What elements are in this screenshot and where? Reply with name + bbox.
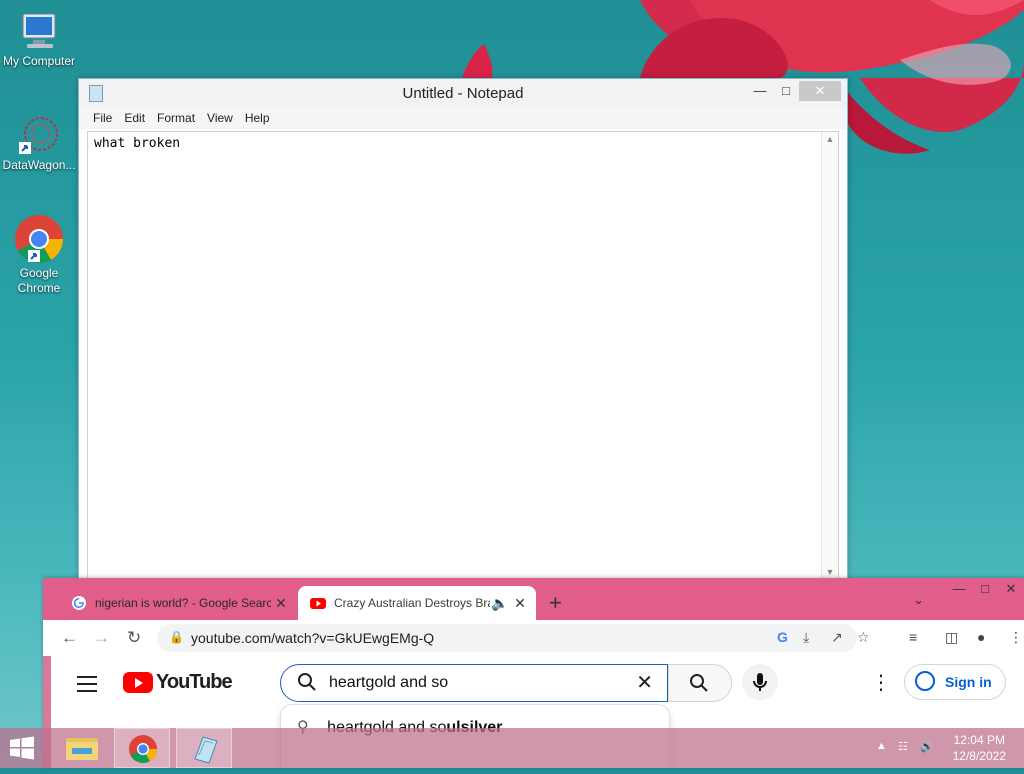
profile-avatar-icon[interactable]: ● <box>977 629 985 645</box>
maximize-button[interactable]: □ <box>773 81 799 101</box>
datawagon-icon <box>19 117 58 154</box>
menu-edit[interactable]: Edit <box>118 107 151 129</box>
windows-start-icon[interactable] <box>0 728 44 768</box>
notepad-icon <box>194 736 218 764</box>
taskbar-notepad[interactable] <box>176 728 232 768</box>
chrome-icon <box>15 215 64 264</box>
address-bar[interactable]: 🔒 youtube.com/watch?v=GkUEwgEMg-Q G ⤓ ↗ … <box>157 624 870 652</box>
lock-icon[interactable]: 🔒 <box>169 630 184 644</box>
volume-icon[interactable]: 🔊 <box>920 740 934 753</box>
google-translate-icon[interactable]: G <box>777 629 788 645</box>
browser-toolbar: ← → ↻ 🔒 youtube.com/watch?v=GkUEwgEMg-Q … <box>43 620 1024 656</box>
computer-icon <box>22 13 56 48</box>
voice-search-button[interactable] <box>742 664 778 700</box>
tab-youtube[interactable]: Crazy Australian Destroys Bra 🔈 ✕ <box>298 586 536 620</box>
clear-search-icon[interactable]: ✕ <box>636 670 653 695</box>
taskbar-chrome[interactable] <box>114 728 170 768</box>
desktop-icon-label: DataWagon... <box>2 158 76 172</box>
menu-view[interactable]: View <box>201 107 239 129</box>
microphone-icon <box>753 673 767 691</box>
minimize-button[interactable]: — <box>747 81 773 101</box>
forward-arrow-icon[interactable]: → <box>93 628 110 648</box>
taskbar-file-explorer[interactable] <box>54 728 110 768</box>
close-button[interactable]: ✕ <box>799 81 841 101</box>
sign-in-label: Sign in <box>945 674 992 690</box>
show-hidden-icons-icon[interactable]: ▲ <box>876 740 887 752</box>
menu-file[interactable]: File <box>87 107 118 129</box>
url-text[interactable]: youtube.com/watch?v=GkUEwgEMg-Q <box>191 630 434 646</box>
maximize-button[interactable]: □ <box>972 578 998 600</box>
scroll-up-icon[interactable]: ▲ <box>822 134 838 144</box>
notepad-window: Untitled - Notepad — □ ✕ File Edit Forma… <box>78 78 848 580</box>
clock-date: 12/8/2022 <box>952 749 1006 763</box>
settings-more-icon[interactable]: ⋮ <box>871 670 891 695</box>
youtube-play-icon <box>123 672 153 693</box>
search-button[interactable] <box>668 664 732 702</box>
search-icon <box>690 674 708 692</box>
tab-google-search[interactable]: nigerian is world? - Google Searc ✕ <box>59 586 297 620</box>
search-query[interactable]: heartgold and so <box>329 674 448 692</box>
search-input[interactable]: heartgold and so ✕ <box>280 664 668 702</box>
youtube-logo[interactable]: YouTube <box>123 671 233 694</box>
folder-icon <box>66 738 98 760</box>
account-icon <box>915 671 935 691</box>
desktop-icon-datawagon[interactable]: DataWagon... <box>0 114 78 173</box>
minimize-button[interactable]: — <box>946 578 972 600</box>
scroll-down-icon[interactable]: ▼ <box>822 567 838 577</box>
close-tab-icon[interactable]: ✕ <box>271 595 291 612</box>
taskbar: ▲ ☷ 🔊 12:04 PM 12/8/2022 <box>0 728 1024 768</box>
sign-in-button[interactable]: Sign in <box>904 664 1006 700</box>
notepad-menubar: File Edit Format View Help <box>79 107 847 129</box>
share-icon[interactable]: ↗ <box>831 629 843 646</box>
bookmark-star-icon[interactable]: ☆ <box>857 629 870 646</box>
desktop-icon-my-computer[interactable]: My Computer <box>0 10 78 69</box>
desktop-icon-label: Google Chrome <box>17 266 61 295</box>
back-arrow-icon[interactable]: ← <box>61 628 78 648</box>
google-icon <box>72 596 86 610</box>
install-app-icon[interactable]: ⤓ <box>803 629 809 646</box>
desktop-icon-label: My Computer <box>2 54 76 68</box>
system-clock[interactable]: 12:04 PM 12/8/2022 <box>953 732 1006 764</box>
menu-help[interactable]: Help <box>239 107 276 129</box>
chrome-menu-icon[interactable]: ⋮ <box>1009 629 1023 646</box>
youtube-icon <box>310 598 326 609</box>
menu-format[interactable]: Format <box>151 107 201 129</box>
side-panel-icon[interactable]: ◫ <box>945 629 958 646</box>
chrome-icon <box>129 735 157 763</box>
notepad-text-area[interactable]: what broken ▲ ▼ <box>87 131 839 579</box>
youtube-logo-text: YouTube <box>156 671 233 693</box>
clock-time: 12:04 PM <box>953 733 1005 747</box>
close-button[interactable]: ✕ <box>998 578 1024 600</box>
reading-list-icon[interactable]: ≡ <box>909 629 917 645</box>
vertical-scrollbar[interactable]: ▲ ▼ <box>821 132 838 579</box>
network-icon[interactable]: ☷ <box>898 740 908 753</box>
new-tab-button[interactable]: + <box>549 590 562 616</box>
reload-icon[interactable]: ↻ <box>127 628 141 648</box>
close-tab-icon[interactable]: ✕ <box>510 595 530 612</box>
hamburger-menu-icon[interactable] <box>77 676 97 697</box>
desktop-icon-google-chrome[interactable]: Google Chrome <box>0 214 78 296</box>
tab-strip: nigerian is world? - Google Searc ✕ Craz… <box>43 578 1024 620</box>
search-icon <box>298 673 316 691</box>
notepad-content[interactable]: what broken <box>94 136 180 151</box>
tab-title: Crazy Australian Destroys Bra <box>334 596 490 610</box>
tab-title: nigerian is world? - Google Searc <box>95 596 271 610</box>
audio-playing-icon[interactable]: 🔈 <box>490 595 510 612</box>
notepad-titlebar[interactable]: Untitled - Notepad — □ ✕ <box>79 79 847 107</box>
notepad-title: Untitled - Notepad <box>402 85 524 102</box>
tab-search-chevron-icon[interactable]: ⌄ <box>913 592 924 608</box>
